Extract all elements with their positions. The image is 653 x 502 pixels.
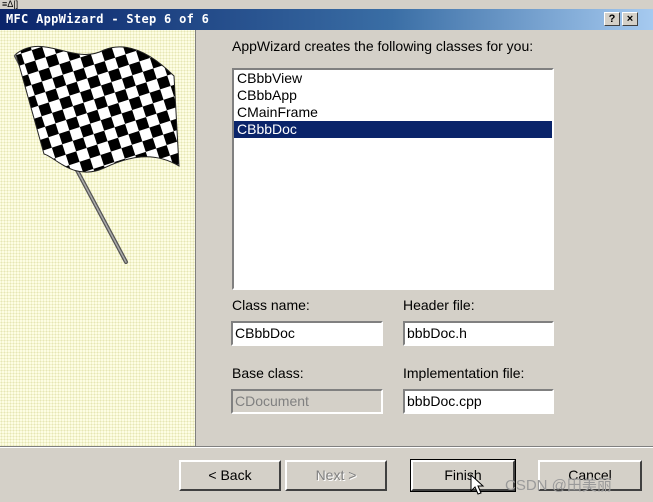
watermark-text: CSDN @田美丽 bbox=[505, 477, 612, 494]
close-icon: × bbox=[626, 13, 634, 25]
finish-button[interactable]: Finish bbox=[410, 459, 516, 492]
title-bar[interactable]: MFC AppWizard - Step 6 of 6 ? × bbox=[0, 9, 653, 30]
next-button: Next > bbox=[285, 460, 387, 491]
class-name-field[interactable]: CBbbDoc bbox=[231, 321, 383, 346]
base-class-field: CDocument bbox=[231, 389, 383, 414]
button-separator bbox=[0, 446, 653, 448]
back-button[interactable]: < Back bbox=[179, 460, 281, 491]
class-name-label: Class name: bbox=[232, 297, 310, 313]
base-class-label: Base class: bbox=[232, 365, 304, 381]
top-strip: ≡Δ|] bbox=[0, 0, 653, 9]
header-file-label: Header file: bbox=[403, 297, 475, 313]
window-title: MFC AppWizard - Step 6 of 6 bbox=[6, 12, 210, 26]
class-list-item[interactable]: CBbbView bbox=[234, 70, 552, 87]
close-button[interactable]: × bbox=[622, 12, 638, 26]
header-file-field[interactable]: bbbDoc.h bbox=[403, 321, 554, 346]
implementation-file-field[interactable]: bbbDoc.cpp bbox=[403, 389, 554, 414]
implementation-file-label: Implementation file: bbox=[403, 365, 525, 381]
classes-listbox[interactable]: CBbbView CBbbApp CMainFrame CBbbDoc bbox=[232, 68, 554, 290]
top-strip-fragment: ≡Δ|] bbox=[2, 0, 19, 9]
class-list-item[interactable]: CMainFrame bbox=[234, 104, 552, 121]
wizard-image-panel bbox=[0, 30, 196, 446]
classes-heading: AppWizard creates the following classes … bbox=[232, 38, 534, 54]
arrow-cursor-icon bbox=[470, 474, 485, 495]
help-button[interactable]: ? bbox=[604, 12, 620, 26]
class-list-item-selected[interactable]: CBbbDoc bbox=[234, 121, 552, 138]
help-icon: ? bbox=[608, 13, 616, 25]
class-list-item[interactable]: CBbbApp bbox=[234, 87, 552, 104]
checkered-flag-icon bbox=[14, 45, 180, 264]
